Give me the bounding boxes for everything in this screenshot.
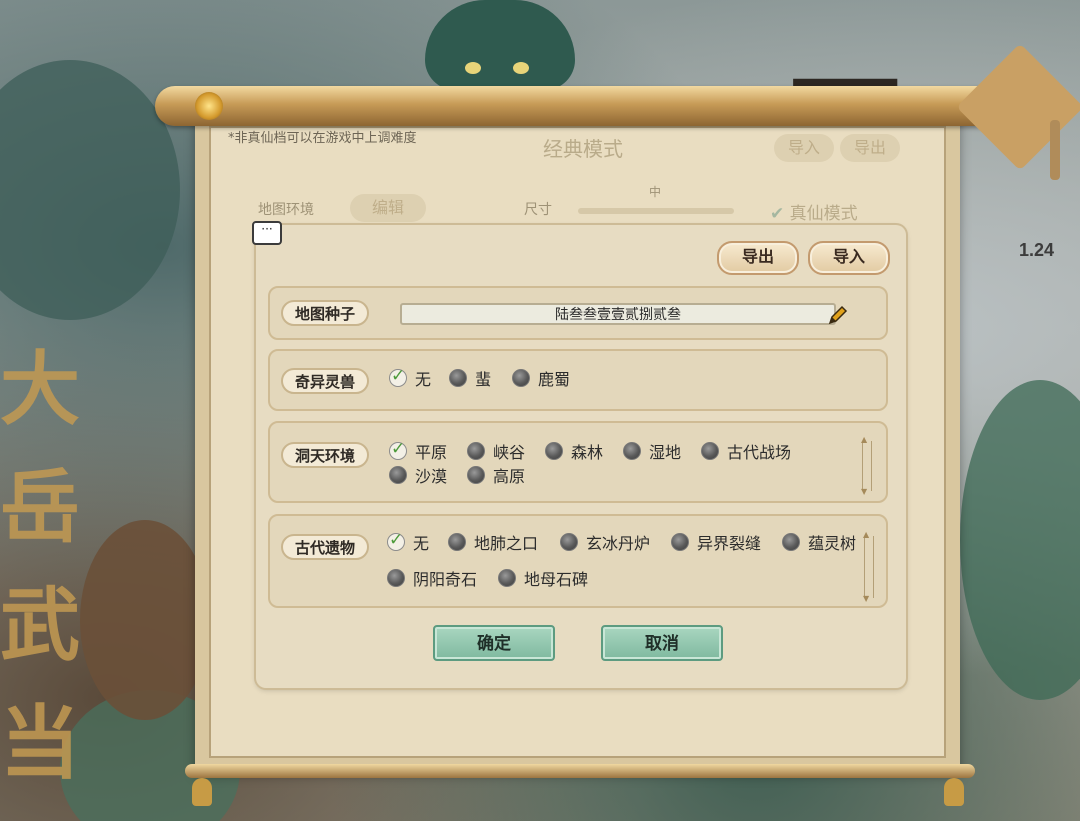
background-calligraphy: 大岳武当 [0, 342, 80, 790]
beast-option-lushu[interactable]: 鹿蜀 [512, 367, 570, 389]
mode-title: 经典模式 [543, 137, 623, 161]
scroll-bottom-rod [185, 764, 975, 778]
bg-export-button[interactable]: 导出 [840, 134, 900, 162]
relic-label: 古代遗物 [281, 534, 369, 560]
export-button[interactable]: 导出 [717, 241, 799, 275]
scroll-top-rod [155, 43, 1080, 171]
snake-head [425, 0, 575, 90]
radio-icon [467, 442, 485, 460]
radio-icon [389, 466, 407, 484]
radio-icon [467, 466, 485, 484]
true-immortal-toggle[interactable]: ✔ 真仙模式 [770, 199, 858, 224]
checkbox-checked-icon [387, 530, 405, 551]
relic-option-rift[interactable]: 异界裂缝 [671, 531, 761, 553]
size-slider[interactable] [578, 208, 734, 214]
relic-section: 古代遗物 无 地肺之口 玄冰丹炉 异界裂缝 蕴灵树 阴阳奇石 地母石碑 ▲▼ [268, 514, 888, 608]
radio-icon [701, 442, 719, 460]
import-button[interactable]: 导入 [808, 241, 890, 275]
cave-option-wetland[interactable]: 湿地 [623, 440, 681, 462]
size-label: 尺寸 [524, 202, 552, 218]
cancel-button[interactable]: 取消 [601, 625, 723, 661]
beast-section: 奇异灵兽 无 蜚 鹿蜀 [268, 349, 888, 411]
difficulty-note: *非真仙档可以在游戏中上调难度 [228, 131, 417, 146]
relic-option-none[interactable]: 无 [387, 530, 429, 553]
radio-icon [671, 533, 689, 551]
beast-label: 奇异灵兽 [281, 368, 369, 394]
relic-option-lung-mouth[interactable]: 地肺之口 [448, 531, 538, 553]
bg-import-button[interactable]: 导入 [774, 134, 834, 162]
cave-option-plain[interactable]: 平原 [389, 439, 447, 462]
relic-scrollbar[interactable]: ▲ ▼ [863, 531, 874, 603]
radio-icon [387, 569, 405, 587]
relic-option-earth-stele[interactable]: 地母石碑 [498, 567, 588, 589]
radio-icon [623, 442, 641, 460]
bg-edit-button[interactable]: 编辑 [350, 194, 426, 222]
radio-icon [545, 442, 563, 460]
cave-scrollbar[interactable]: ▲ ▼ [861, 436, 872, 496]
checkbox-checked-icon [389, 366, 407, 387]
cave-option-desert[interactable]: 沙漠 [389, 464, 447, 486]
map-env-label: 地图环境 [258, 202, 314, 218]
cave-section: 洞天环境 平原 峡谷 森林 湿地 古代战场 沙漠 高原 ▲▼ [268, 421, 888, 503]
seed-label: 地图种子 [281, 300, 369, 326]
seed-section: 地图种子 陆叁叁壹壹贰捌贰叁 [268, 286, 888, 340]
size-value: 中 [649, 185, 662, 199]
pencil-icon[interactable] [828, 305, 848, 325]
cave-label: 洞天环境 [281, 442, 369, 468]
beast-option-fei[interactable]: 蜚 [449, 367, 491, 389]
cave-option-forest[interactable]: 森林 [545, 440, 603, 462]
confirm-button[interactable]: 确定 [433, 625, 555, 661]
relic-option-ice-furnace[interactable]: 玄冰丹炉 [560, 531, 650, 553]
rod-jewel [195, 92, 223, 120]
beast-option-none[interactable]: 无 [389, 366, 431, 389]
radio-icon [449, 369, 467, 387]
radio-icon [448, 533, 466, 551]
chat-icon[interactable]: ··· [252, 221, 282, 245]
tassel [1050, 120, 1060, 180]
relic-option-spirit-tree[interactable]: 蕴灵树 [782, 531, 856, 553]
radio-icon [498, 569, 516, 587]
checkbox-checked-icon [389, 439, 407, 460]
seed-field[interactable]: 陆叁叁壹壹贰捌贰叁 [400, 303, 836, 325]
radio-icon [782, 533, 800, 551]
cave-option-canyon[interactable]: 峡谷 [467, 440, 525, 462]
cave-option-battlefield[interactable]: 古代战场 [701, 440, 791, 462]
cave-option-plateau[interactable]: 高原 [467, 464, 525, 486]
radio-icon [512, 369, 530, 387]
relic-option-yinyang-stone[interactable]: 阴阳奇石 [387, 567, 477, 589]
bell-icon [192, 778, 212, 806]
radio-icon [560, 533, 578, 551]
bell-icon [944, 778, 964, 806]
version-label: 1.24 [1018, 240, 1054, 260]
